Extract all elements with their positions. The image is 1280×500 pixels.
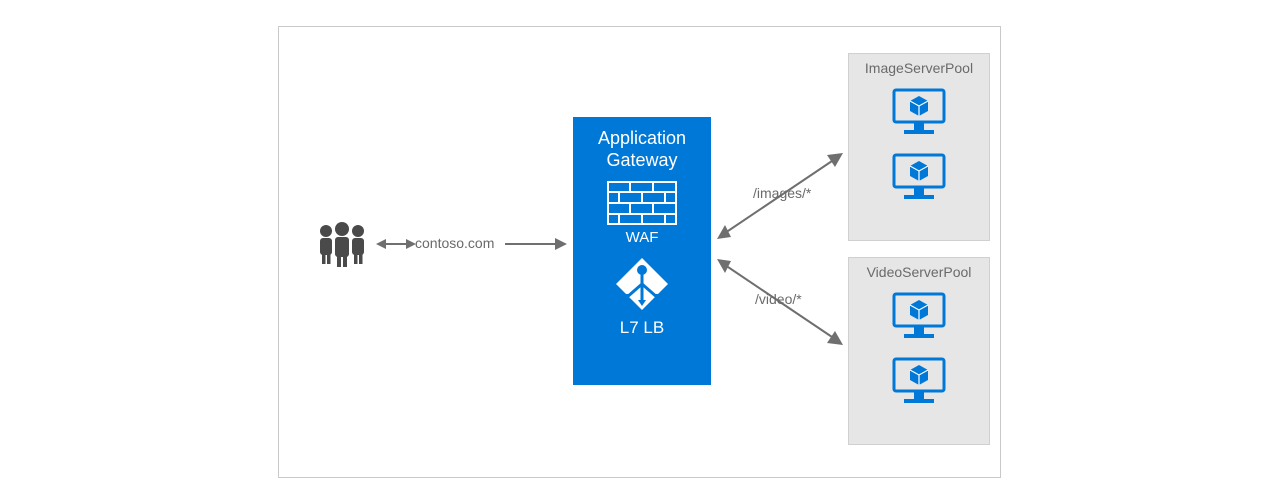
route-images-label: /images/* bbox=[753, 185, 811, 201]
arrow-bidirectional-icon bbox=[376, 237, 416, 256]
server-icon bbox=[890, 86, 948, 141]
image-pool-title: ImageServerPool bbox=[849, 54, 989, 76]
arrow-right-icon bbox=[505, 237, 567, 256]
load-balancer-icon bbox=[614, 256, 670, 312]
lb-label: L7 LB bbox=[573, 318, 711, 338]
waf-label: WAF bbox=[573, 229, 711, 246]
firewall-icon bbox=[607, 181, 677, 225]
server-icon bbox=[890, 151, 948, 206]
server-icon bbox=[890, 355, 948, 410]
gateway-title-line1: Application bbox=[598, 128, 686, 148]
users-icon bbox=[312, 219, 372, 269]
gateway-title-line2: Gateway bbox=[606, 150, 677, 170]
video-pool-title: VideoServerPool bbox=[849, 258, 989, 280]
video-server-pool: VideoServerPool bbox=[848, 257, 990, 445]
image-server-pool: ImageServerPool bbox=[848, 53, 990, 241]
gateway-title: Application Gateway bbox=[573, 117, 711, 171]
application-gateway-box: Application Gateway WAF bbox=[573, 117, 711, 385]
route-video-label: /video/* bbox=[755, 291, 802, 307]
domain-label: contoso.com bbox=[415, 235, 494, 251]
diagram-frame: contoso.com Application Gateway bbox=[278, 26, 1001, 478]
server-icon bbox=[890, 290, 948, 345]
